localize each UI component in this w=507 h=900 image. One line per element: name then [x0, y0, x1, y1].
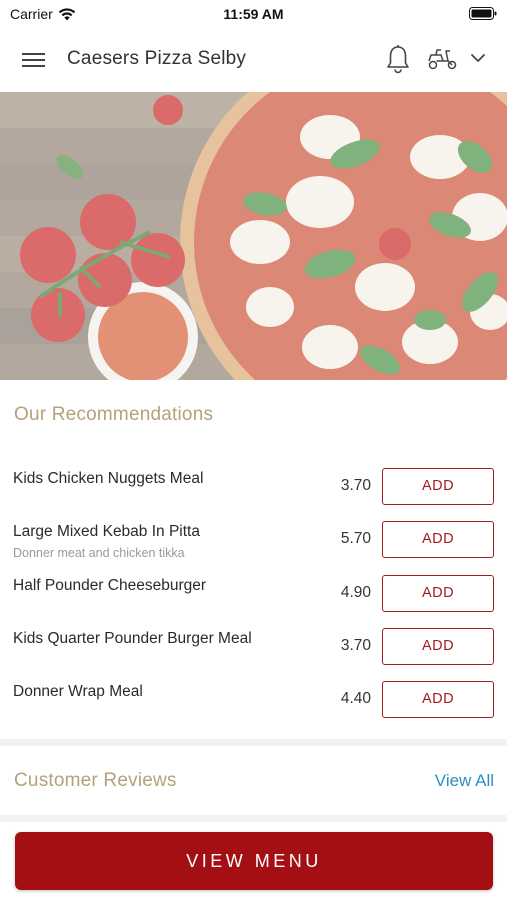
list-item: Donner Wrap Meal 4.40 ADD: [0, 671, 507, 724]
item-description: Donner meat and chicken tikka: [13, 546, 185, 560]
item-name: Large Mixed Kebab In Pitta: [13, 523, 200, 540]
item-name: Donner Wrap Meal: [13, 683, 143, 700]
page-title: Caesers Pizza Selby: [67, 48, 247, 69]
item-price: 3.70: [340, 477, 371, 494]
add-button[interactable]: ADD: [382, 468, 494, 505]
recommendations-title: Our Recommendations: [14, 404, 214, 425]
nav-bar: Caesers Pizza Selby: [0, 30, 507, 90]
section-divider: [0, 739, 507, 746]
list-item: Kids Chicken Nuggets Meal 3.70 ADD: [0, 458, 507, 511]
bell-icon[interactable]: [385, 44, 411, 74]
item-price: 3.70: [340, 637, 371, 654]
menu-icon[interactable]: [22, 50, 46, 70]
section-divider: [0, 815, 507, 822]
view-all-link[interactable]: View All: [435, 771, 494, 791]
view-menu-button[interactable]: VIEW MENU: [15, 832, 493, 890]
add-button[interactable]: ADD: [382, 681, 494, 718]
hero-image: [0, 92, 507, 380]
scooter-icon[interactable]: [427, 47, 459, 71]
reviews-title: Customer Reviews: [14, 770, 177, 791]
list-item: Large Mixed Kebab In Pitta Donner meat a…: [0, 511, 507, 564]
item-price: 4.40: [340, 690, 371, 707]
list-item: Kids Quarter Pounder Burger Meal 3.70 AD…: [0, 618, 507, 671]
item-name: Kids Quarter Pounder Burger Meal: [13, 630, 252, 647]
status-bar: Carrier 11:59 AM: [0, 0, 507, 28]
item-name: Half Pounder Cheeseburger: [13, 577, 207, 594]
chevron-down-icon[interactable]: [470, 52, 486, 64]
add-button[interactable]: ADD: [382, 521, 494, 558]
item-price: 5.70: [340, 530, 371, 547]
status-time: 11:59 AM: [223, 6, 284, 22]
add-button[interactable]: ADD: [382, 575, 494, 612]
item-price: 4.90: [340, 584, 371, 601]
item-name: Kids Chicken Nuggets Meal: [13, 470, 204, 487]
list-item: Half Pounder Cheeseburger 4.90 ADD: [0, 565, 507, 618]
add-button[interactable]: ADD: [382, 628, 494, 665]
battery-icon: [469, 7, 497, 20]
